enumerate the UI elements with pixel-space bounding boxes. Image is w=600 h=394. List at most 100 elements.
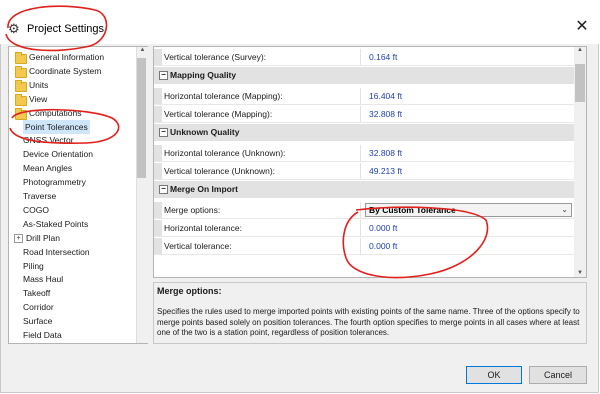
scroll-up-arrow-icon[interactable]: ▲ — [137, 47, 148, 53]
tree-item[interactable]: + Drill Plan — [9, 231, 137, 245]
property-name: Horizontal tolerance (Unknown): — [164, 148, 286, 158]
description-title: Merge options: — [157, 286, 222, 296]
collapse-icon[interactable]: − — [159, 71, 168, 80]
tree-item-label: As-Staked Points — [23, 218, 89, 229]
title-bar: ⚙ Project Settings ✕ — [0, 0, 600, 44]
cancel-button[interactable]: Cancel — [529, 366, 587, 384]
tree-item[interactable]: Computations — [9, 106, 137, 120]
tree-item[interactable]: Road Intersection — [9, 245, 137, 259]
category-label: Mapping Quality — [170, 70, 237, 80]
scroll-down-arrow-icon[interactable]: ▼ — [574, 270, 586, 276]
row-gutter — [154, 202, 162, 218]
tree-item-label: Units — [29, 79, 49, 90]
property-value[interactable]: 32.808 ft — [369, 145, 402, 162]
column-splitter[interactable] — [360, 238, 361, 254]
ok-button[interactable]: OK — [466, 366, 522, 384]
tree-item-label: COGO — [23, 204, 49, 215]
tree-item[interactable]: Point Tolerances — [9, 119, 137, 134]
tree-item[interactable]: Surface — [9, 314, 137, 328]
property-row[interactable]: Vertical tolerance (Survey): 0.164 ft — [154, 49, 574, 66]
property-name: Horizontal tolerance: — [164, 223, 242, 233]
chevron-down-icon[interactable]: ⌄ — [561, 204, 568, 216]
tree-item[interactable]: Mass Haul — [9, 272, 137, 286]
tree-item-label: Coordinate System — [29, 65, 102, 76]
tree-item[interactable]: Coordinate System — [9, 64, 137, 78]
tree-item-label: GNSS Vector — [23, 135, 74, 146]
column-splitter[interactable] — [360, 145, 361, 161]
property-row[interactable]: Merge options: By Custom Tolerance ⌄ — [154, 202, 574, 219]
property-value[interactable]: 0.000 ft — [369, 220, 397, 237]
property-row[interactable]: Horizontal tolerance (Unknown): 32.808 ft — [154, 145, 574, 162]
property-value[interactable]: 49.213 ft — [369, 163, 402, 180]
collapse-icon[interactable]: − — [159, 185, 168, 194]
property-row[interactable]: Vertical tolerance: 0.000 ft — [154, 238, 574, 255]
tree-item-label: Traverse — [23, 191, 57, 201]
dropdown-value: By Custom Tolerance — [369, 205, 456, 215]
tree-item-label: Point Tolerances — [23, 119, 90, 134]
property-row[interactable]: Vertical tolerance (Mapping): 32.808 ft — [154, 106, 574, 123]
grid-scroll-thumb[interactable] — [575, 64, 585, 102]
description-text: Specifies the rules used to merge import… — [157, 307, 580, 337]
column-splitter[interactable] — [360, 88, 361, 104]
folder-icon — [15, 107, 27, 120]
tree-item[interactable]: Mean Angles — [9, 161, 137, 175]
folder-icon — [15, 52, 27, 64]
property-row[interactable]: Vertical tolerance (Unknown): 49.213 ft — [154, 163, 574, 180]
tree-item[interactable]: Photogrammetry — [9, 175, 137, 189]
property-value[interactable]: 32.808 ft — [369, 106, 402, 123]
column-splitter[interactable] — [360, 163, 361, 179]
tree-item-label: Photogrammetry — [23, 177, 86, 188]
column-splitter[interactable] — [360, 49, 361, 65]
tree-item[interactable]: View — [9, 92, 137, 106]
tree-item[interactable]: As-Staked Points — [9, 217, 137, 231]
settings-tree: General Information Coordinate System Unit… — [8, 46, 148, 344]
expand-icon[interactable]: + — [14, 233, 23, 243]
property-value[interactable]: 0.164 ft — [369, 49, 397, 66]
tree-item[interactable]: Units — [9, 78, 137, 92]
tree-item[interactable]: Corridor — [9, 300, 137, 314]
tree-item-label: Drill Plan — [26, 232, 61, 243]
property-row[interactable]: Horizontal tolerance: 0.000 ft — [154, 220, 574, 237]
close-button[interactable]: ✕ — [572, 17, 592, 37]
category-header[interactable]: − Unknown Quality — [154, 124, 574, 141]
tree-item-label: General Information — [29, 52, 105, 62]
property-name: Vertical tolerance (Mapping): — [164, 109, 273, 119]
tree-item[interactable]: Device Orientation — [9, 147, 137, 161]
folder-icon — [15, 65, 27, 78]
scroll-up-arrow-icon[interactable]: ▲ — [574, 47, 586, 53]
tree-item-label: Road Intersection — [23, 246, 90, 257]
column-splitter[interactable] — [360, 106, 361, 122]
tree-item[interactable]: COGO — [9, 203, 137, 217]
property-name: Vertical tolerance (Survey): — [164, 52, 267, 62]
property-row[interactable]: Horizontal tolerance (Mapping): 16.404 ft — [154, 88, 574, 105]
column-splitter[interactable] — [360, 202, 361, 218]
column-splitter[interactable] — [360, 220, 361, 236]
category-label: Unknown Quality — [170, 127, 240, 137]
collapse-icon[interactable]: − — [159, 128, 168, 137]
category-header[interactable]: − Mapping Quality — [154, 67, 574, 84]
row-gutter — [154, 145, 162, 161]
category-header[interactable]: − Merge On Import — [154, 181, 574, 198]
tree-item-label: Mean Angles — [23, 163, 73, 174]
folder-icon — [15, 93, 27, 106]
row-gutter — [154, 163, 162, 179]
merge-options-dropdown[interactable]: By Custom Tolerance ⌄ — [365, 203, 572, 217]
tree-item-label: Surface — [23, 316, 53, 327]
property-name: Vertical tolerance: — [164, 241, 232, 251]
tree-item-label: View — [29, 93, 48, 104]
property-value[interactable]: 16.404 ft — [369, 88, 402, 105]
property-value[interactable]: 0.000 ft — [369, 238, 397, 255]
tree-scroll-thumb[interactable] — [137, 58, 146, 178]
tree-item-label: Mass Haul — [23, 274, 64, 285]
tree-item[interactable]: GNSS Vector — [9, 133, 137, 147]
row-gutter — [154, 49, 162, 65]
tree-item[interactable]: General Information — [9, 50, 137, 64]
tree-item[interactable]: Takeoff — [9, 286, 137, 300]
tree-item[interactable]: Traverse — [9, 189, 137, 203]
row-gutter — [154, 88, 162, 104]
tree-item-label: Field Data — [23, 330, 62, 340]
tree-item[interactable]: Piling — [9, 259, 137, 273]
tree-item[interactable]: Field Data — [9, 328, 137, 342]
row-gutter — [154, 106, 162, 122]
gear-icon: ⚙ — [8, 21, 20, 36]
